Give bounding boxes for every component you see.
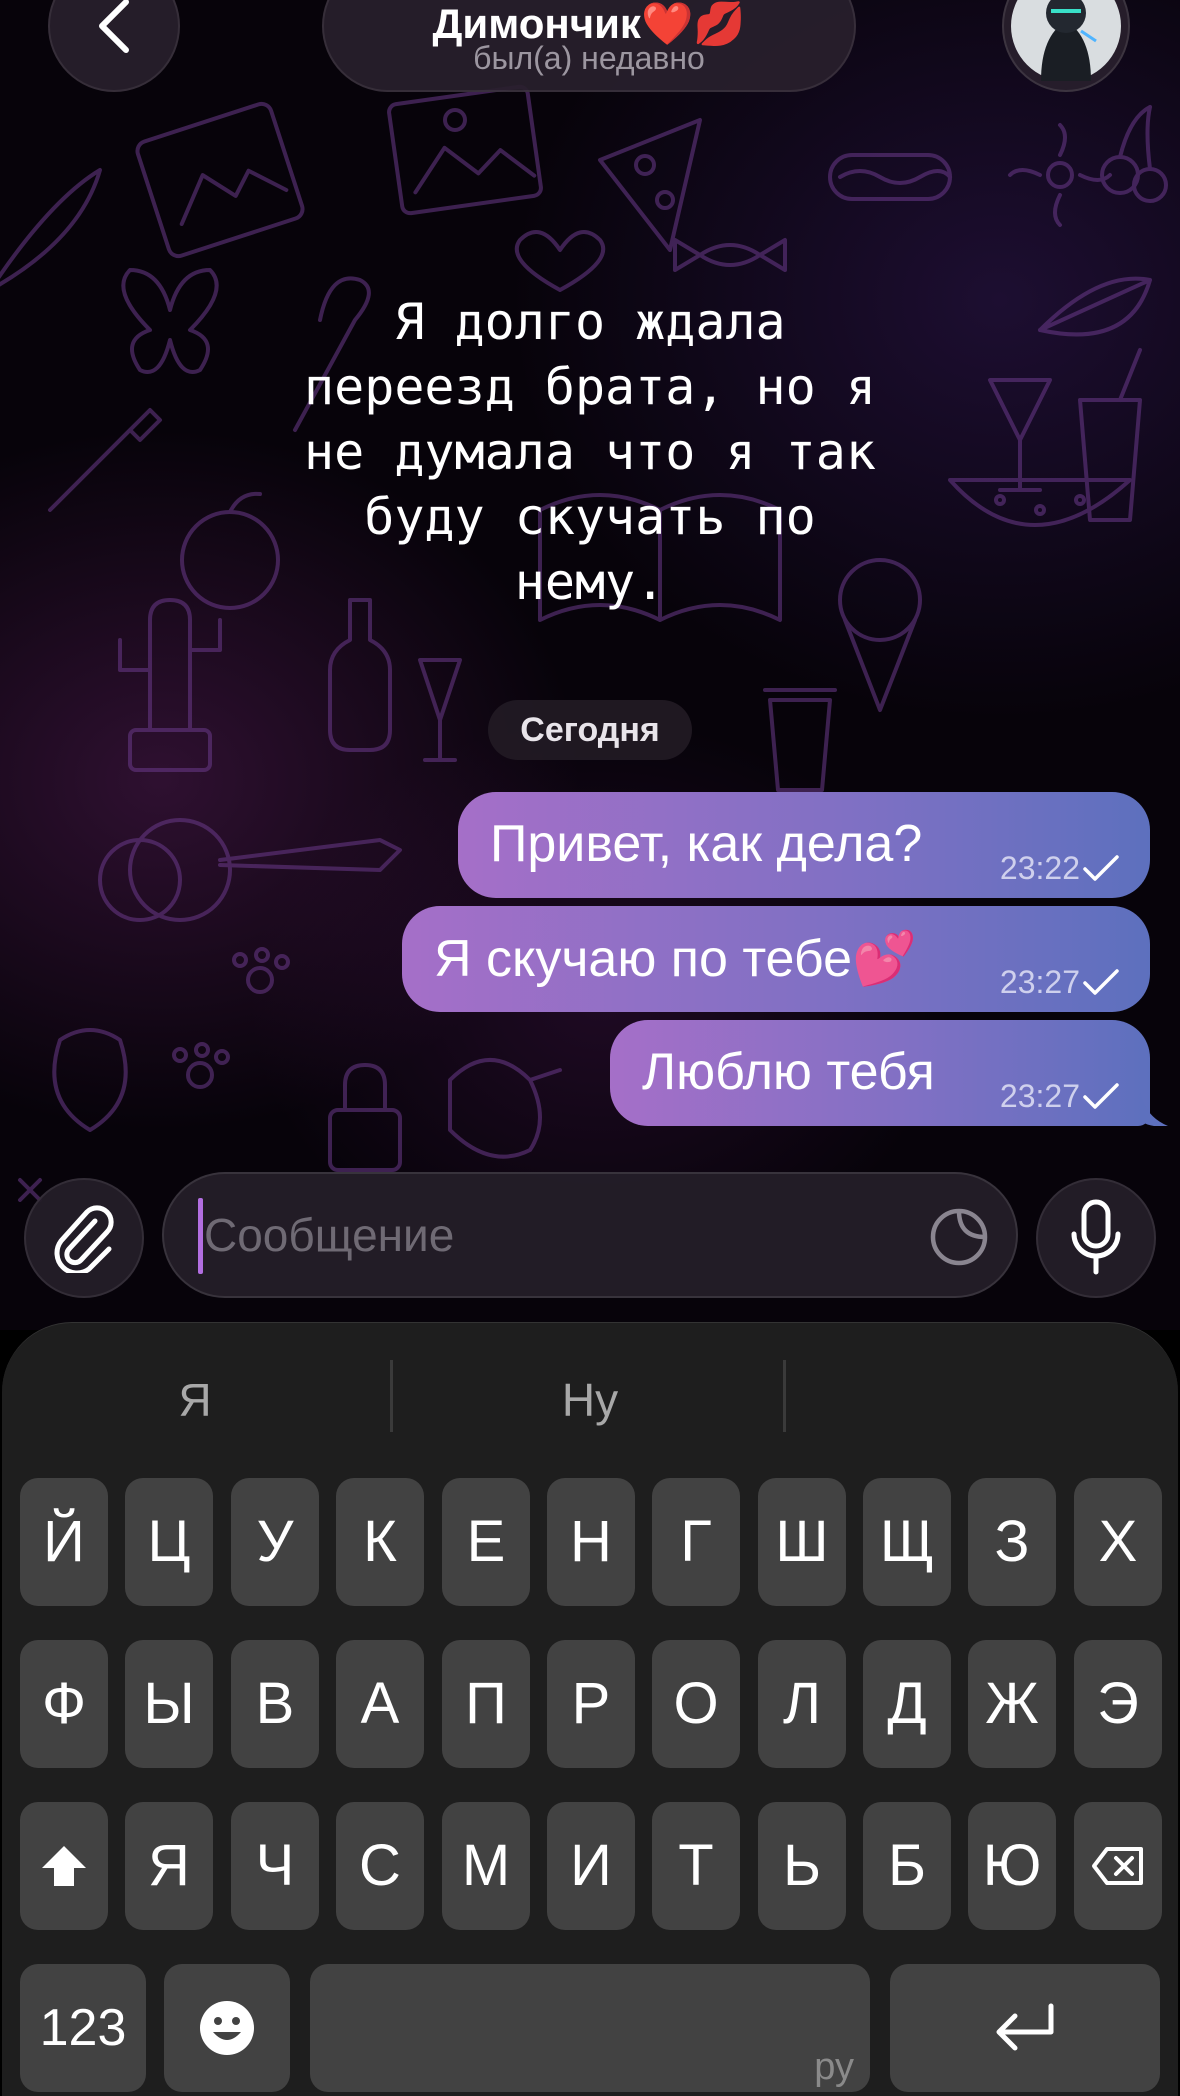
message-bubble[interactable]: Привет, как дела? 23:22: [458, 792, 1150, 898]
check-icon: [1083, 855, 1119, 881]
date-separator: Сегодня: [488, 700, 692, 760]
key-б[interactable]: Б: [863, 1802, 951, 1930]
key-о[interactable]: О: [652, 1640, 740, 1768]
key-э[interactable]: Э: [1074, 1640, 1162, 1768]
attach-button[interactable]: [24, 1178, 144, 1298]
key-н[interactable]: Н: [547, 1478, 635, 1606]
key-ж[interactable]: Ж: [968, 1640, 1056, 1768]
chat-title[interactable]: Димончик❤️💋 был(а) недавно: [322, 0, 856, 92]
key-ц[interactable]: Ц: [125, 1478, 213, 1606]
message-time: 23:27: [999, 964, 1080, 1000]
key-т[interactable]: Т: [652, 1802, 740, 1930]
suggestion-divider: [783, 1360, 786, 1432]
key-ч[interactable]: Ч: [231, 1802, 319, 1930]
key-ь[interactable]: Ь: [758, 1802, 846, 1930]
sticker-icon[interactable]: [928, 1206, 990, 1268]
key-ш[interactable]: Ш: [758, 1478, 846, 1606]
key-я[interactable]: Я: [125, 1802, 213, 1930]
doodle-pattern: [0, 84, 1168, 1202]
key-и[interactable]: И: [547, 1802, 635, 1930]
backspace-key[interactable]: [1074, 1802, 1162, 1930]
check-icon: [1083, 969, 1119, 995]
avatar-image: [1011, 0, 1121, 81]
paperclip-icon: [54, 1205, 114, 1273]
key-а[interactable]: А: [336, 1640, 424, 1768]
message-text: Я скучаю по тебе💕: [434, 930, 917, 988]
emoji-key[interactable]: [164, 1964, 290, 2092]
key-с[interactable]: С: [336, 1802, 424, 1930]
microphone-button[interactable]: [1036, 1178, 1156, 1298]
emoji-icon: [200, 2001, 254, 2055]
chat-background: [0, 0, 1180, 1330]
message-bubble[interactable]: Люблю тебя 23:27: [610, 1020, 1150, 1126]
key-щ[interactable]: Щ: [863, 1478, 951, 1606]
message-placeholder: Сообщение: [204, 1209, 455, 1261]
space-key[interactable]: ру: [310, 1964, 870, 2092]
numbers-key[interactable]: 123: [20, 1964, 146, 2092]
key-з[interactable]: З: [968, 1478, 1056, 1606]
key-й[interactable]: Й: [20, 1478, 108, 1606]
key-р[interactable]: Р: [547, 1640, 635, 1768]
return-icon: [996, 2003, 1054, 2051]
check-icon: [1083, 1083, 1119, 1109]
key-л[interactable]: Л: [758, 1640, 846, 1768]
key-к[interactable]: К: [336, 1478, 424, 1606]
message-bubble[interactable]: Я скучаю по тебе💕 23:27: [402, 906, 1150, 1012]
key-в[interactable]: В: [231, 1640, 319, 1768]
key-п[interactable]: П: [442, 1640, 530, 1768]
text-cursor: [198, 1198, 203, 1274]
chevron-left-icon: [99, 0, 129, 53]
message-text: Привет, как дела?: [490, 815, 923, 873]
key-ы[interactable]: Ы: [125, 1640, 213, 1768]
message-input[interactable]: Сообщение: [162, 1172, 1018, 1298]
message-time: 23:27: [999, 1078, 1080, 1114]
bubble-tail: [1140, 1090, 1168, 1126]
shift-icon: [42, 1846, 86, 1886]
suggestion-2[interactable]: Ну: [450, 1370, 730, 1430]
contact-status: был(а) недавно: [473, 40, 705, 76]
key-ф[interactable]: Ф: [20, 1640, 108, 1768]
message-time: 23:22: [999, 850, 1080, 886]
key-х[interactable]: Х: [1074, 1478, 1162, 1606]
key-е[interactable]: Е: [442, 1478, 530, 1606]
key-м[interactable]: М: [442, 1802, 530, 1930]
key-г[interactable]: Г: [652, 1478, 740, 1606]
shift-key[interactable]: [20, 1802, 108, 1930]
message-text: Люблю тебя: [642, 1043, 935, 1101]
suggestion-3[interactable]: [840, 1370, 1120, 1430]
return-key[interactable]: [890, 1964, 1160, 2092]
key-ю[interactable]: Ю: [968, 1802, 1056, 1930]
space-language-label: ру: [814, 2046, 854, 2088]
suggestion-1[interactable]: Я: [60, 1370, 330, 1430]
key-д[interactable]: Д: [863, 1640, 951, 1768]
suggestion-divider: [390, 1360, 393, 1432]
key-у[interactable]: У: [231, 1478, 319, 1606]
chat-caption-text: Я долго ждала переезд брата, но я не дум…: [304, 293, 876, 611]
backspace-icon: [1092, 1847, 1143, 1885]
microphone-icon: [1071, 1199, 1121, 1275]
